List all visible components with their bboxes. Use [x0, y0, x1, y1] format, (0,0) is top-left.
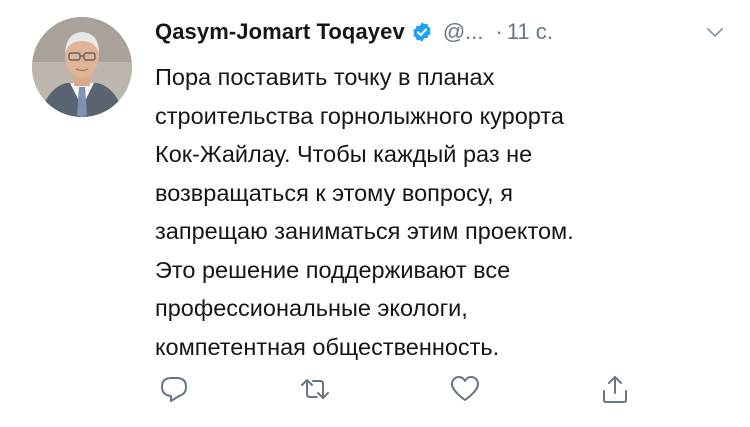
tweet-text-line: Это решение поддерживают все [155, 256, 511, 283]
tweet-content: Qasym-Jomart Toqayev @... · 11 с. Пора п… [155, 12, 725, 366]
share-button[interactable] [598, 372, 632, 406]
tweet-text-line: возвращаться к этому вопросу, я [155, 179, 513, 206]
retweet-button[interactable] [298, 372, 332, 406]
reply-button[interactable] [157, 372, 191, 406]
avatar[interactable] [32, 17, 132, 117]
heart-icon [451, 376, 479, 401]
tweet-timestamp[interactable]: 11 с. [507, 19, 553, 45]
author-display-name[interactable]: Qasym-Jomart Toqayev [155, 19, 405, 45]
tweet-text-line: Пора поставить точку в планах [155, 64, 495, 90]
verified-badge-icon [411, 21, 433, 43]
separator-dot: · [495, 19, 503, 44]
share-icon [603, 376, 627, 403]
tweet-text: Пора поставить точку в планах строительс… [155, 58, 725, 366]
tweet-header: Qasym-Jomart Toqayev @... · 11 с. [155, 12, 725, 52]
tweet-text-line: компетентная общественность. [155, 333, 500, 360]
tweet-text-line: строительства горнолыжного курорта [155, 102, 564, 129]
tweet-card[interactable]: Qasym-Jomart Toqayev @... · 11 с. Пора п… [0, 0, 750, 427]
tweet-actions [155, 372, 635, 408]
author-handle[interactable]: @... [443, 19, 484, 45]
tweet-text-line: Кок-Жайлау. Чтобы каждый раз не [155, 141, 533, 167]
reply-icon [161, 377, 187, 402]
tweet-text-line: профессиональные экологи, [155, 295, 468, 321]
avatar-photo [32, 17, 132, 117]
like-button[interactable] [448, 372, 482, 406]
tweet-text-line: запрещаю заниматься этим проектом. [155, 218, 574, 244]
chevron-down-icon[interactable] [705, 22, 725, 42]
retweet-icon [301, 379, 329, 399]
